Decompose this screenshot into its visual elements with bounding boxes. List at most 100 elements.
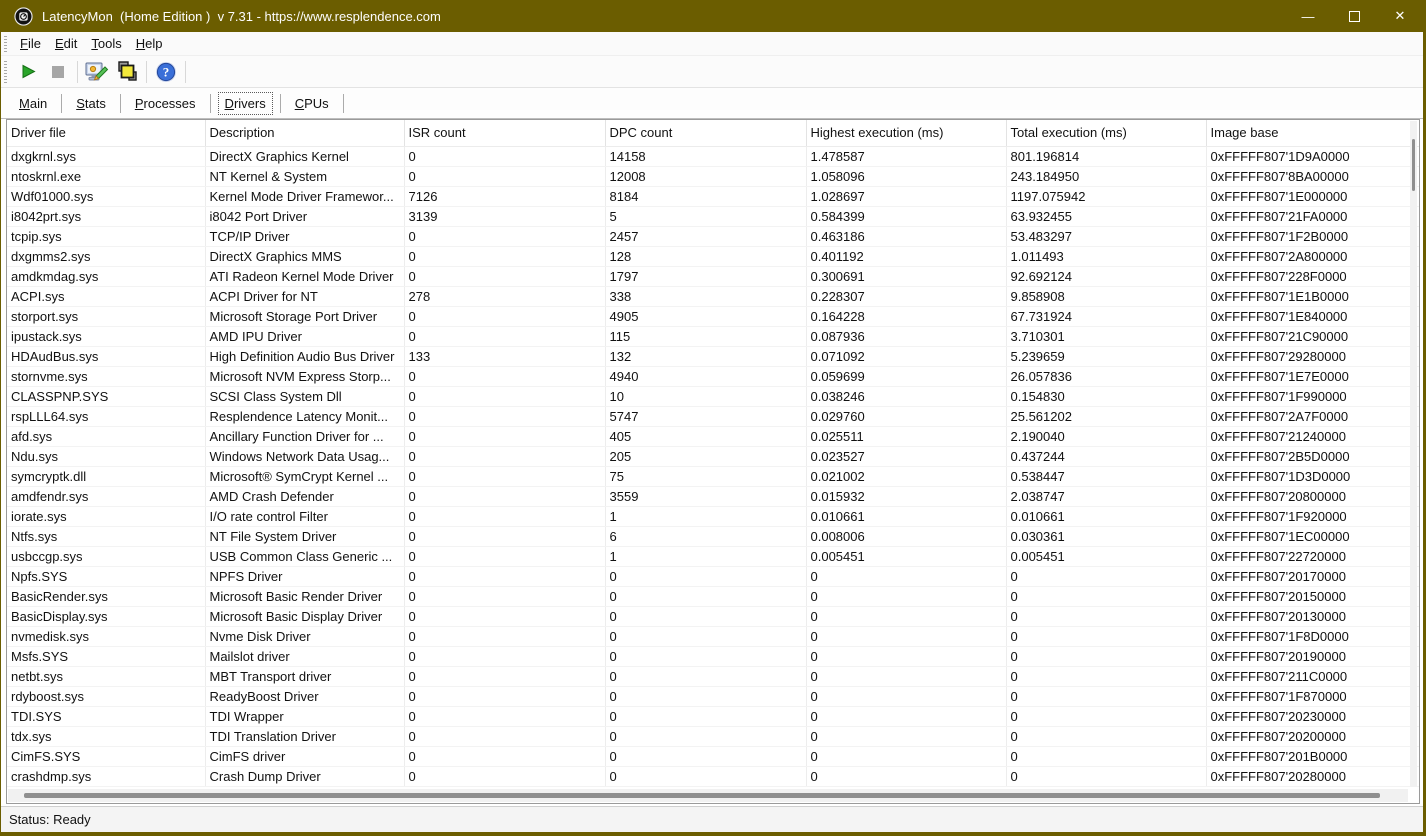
table-row[interactable]: BasicRender.sysMicrosoft Basic Render Dr… (7, 586, 1419, 606)
table-cell: 0 (404, 726, 605, 746)
table-cell: Resplendence Latency Monit... (205, 406, 404, 426)
menu-item-file[interactable]: File (13, 34, 48, 53)
column-header[interactable]: Image base (1206, 120, 1419, 146)
titlebar[interactable]: LatencyMon (Home Edition ) v 7.31 - http… (1, 0, 1423, 32)
table-cell: 0xFFFFF807'20280000 (1206, 766, 1419, 786)
report-button[interactable] (82, 59, 112, 85)
table-row[interactable]: Ndu.sysWindows Network Data Usag...02050… (7, 446, 1419, 466)
column-header[interactable]: Highest execution (ms) (806, 120, 1006, 146)
tab-drivers[interactable]: Drivers (219, 93, 272, 114)
table-cell: stornvme.sys (7, 366, 205, 386)
table-row[interactable]: tcpip.sysTCP/IP Driver024570.46318653.48… (7, 226, 1419, 246)
table-row[interactable]: CimFS.SYSCimFS driver00000xFFFFF807'201B… (7, 746, 1419, 766)
table-row[interactable]: usbccgp.sysUSB Common Class Generic ...0… (7, 546, 1419, 566)
table-cell: MBT Transport driver (205, 666, 404, 686)
table-row[interactable]: crashdmp.sysCrash Dump Driver00000xFFFFF… (7, 766, 1419, 786)
toolbar: ? (1, 56, 1423, 88)
table-row[interactable]: dxgmms2.sysDirectX Graphics MMS01280.401… (7, 246, 1419, 266)
menu-item-tools[interactable]: Tools (84, 34, 128, 53)
column-header[interactable]: ISR count (404, 120, 605, 146)
table-cell: 4940 (605, 366, 806, 386)
table-cell: 0 (404, 566, 605, 586)
table-cell: 0 (404, 146, 605, 166)
minimize-button[interactable]: — (1285, 0, 1331, 32)
column-header[interactable]: Total execution (ms) (1006, 120, 1206, 146)
column-header[interactable]: Description (205, 120, 404, 146)
table-row[interactable]: iorate.sysI/O rate control Filter010.010… (7, 506, 1419, 526)
table-cell: DirectX Graphics MMS (205, 246, 404, 266)
table-cell: 1.011493 (1006, 246, 1206, 266)
table-cell: 0 (404, 426, 605, 446)
table-row[interactable]: Msfs.SYSMailslot driver00000xFFFFF807'20… (7, 646, 1419, 666)
stop-icon (52, 66, 64, 78)
table-row[interactable]: TDI.SYSTDI Wrapper00000xFFFFF807'2023000… (7, 706, 1419, 726)
menu-item-edit[interactable]: Edit (48, 34, 84, 53)
table-cell: 0xFFFFF807'2A800000 (1206, 246, 1419, 266)
table-cell: 1797 (605, 266, 806, 286)
copy-button[interactable] (112, 59, 142, 85)
table-cell: 132 (605, 346, 806, 366)
table-cell: 0xFFFFF807'20190000 (1206, 646, 1419, 666)
table-row[interactable]: nvmedisk.sysNvme Disk Driver00000xFFFFF8… (7, 626, 1419, 646)
table-row[interactable]: afd.sysAncillary Function Driver for ...… (7, 426, 1419, 446)
tab-cpus[interactable]: CPUs (289, 93, 335, 114)
table-row[interactable]: Ntfs.sysNT File System Driver060.0080060… (7, 526, 1419, 546)
table-cell: Ancillary Function Driver for ... (205, 426, 404, 446)
table-cell: dxgmms2.sys (7, 246, 205, 266)
vertical-scrollbar-thumb[interactable] (1412, 139, 1415, 191)
table-row[interactable]: ACPI.sysACPI Driver for NT2783380.228307… (7, 286, 1419, 306)
table-row[interactable]: rspLLL64.sysResplendence Latency Monit..… (7, 406, 1419, 426)
table-row[interactable]: symcryptk.dllMicrosoft® SymCrypt Kernel … (7, 466, 1419, 486)
table-cell: iorate.sys (7, 506, 205, 526)
table-row[interactable]: stornvme.sysMicrosoft NVM Express Storp.… (7, 366, 1419, 386)
table-cell: CLASSPNP.SYS (7, 386, 205, 406)
table-cell: 0 (404, 666, 605, 686)
close-button[interactable]: ✕ (1377, 0, 1423, 32)
table-cell: 2.038747 (1006, 486, 1206, 506)
table-row[interactable]: i8042prt.sysi8042 Port Driver313950.5843… (7, 206, 1419, 226)
table-row[interactable]: CLASSPNP.SYSSCSI Class System Dll0100.03… (7, 386, 1419, 406)
menu-item-help[interactable]: Help (129, 34, 170, 53)
table-row[interactable]: amdkmdag.sysATI Radeon Kernel Mode Drive… (7, 266, 1419, 286)
table-cell: 0xFFFFF807'29280000 (1206, 346, 1419, 366)
tab-stats[interactable]: Stats (70, 93, 112, 114)
table-row[interactable]: BasicDisplay.sysMicrosoft Basic Display … (7, 606, 1419, 626)
table-row[interactable]: netbt.sysMBT Transport driver00000xFFFFF… (7, 666, 1419, 686)
table-cell: 1 (605, 506, 806, 526)
stop-monitor-button[interactable] (43, 59, 73, 85)
table-row[interactable]: Npfs.SYSNPFS Driver00000xFFFFF807'201700… (7, 566, 1419, 586)
tab-main[interactable]: Main (13, 93, 53, 114)
table-cell: 0.300691 (806, 266, 1006, 286)
help-button[interactable]: ? (151, 59, 181, 85)
table-row[interactable]: amdfendr.sysAMD Crash Defender035590.015… (7, 486, 1419, 506)
vertical-scrollbar[interactable] (1410, 121, 1417, 787)
table-row[interactable]: storport.sysMicrosoft Storage Port Drive… (7, 306, 1419, 326)
table-row[interactable]: ntoskrnl.exeNT Kernel & System0120081.05… (7, 166, 1419, 186)
table-cell: 0 (605, 746, 806, 766)
maximize-button[interactable] (1331, 0, 1377, 32)
column-header[interactable]: Driver file (7, 120, 205, 146)
table-cell: 75 (605, 466, 806, 486)
table-cell: i8042prt.sys (7, 206, 205, 226)
table-row[interactable]: Wdf01000.sysKernel Mode Driver Framewor.… (7, 186, 1419, 206)
table-row[interactable]: ipustack.sysAMD IPU Driver01150.0879363.… (7, 326, 1419, 346)
horizontal-scrollbar[interactable] (8, 789, 1408, 802)
table-row[interactable]: dxgkrnl.sysDirectX Graphics Kernel014158… (7, 146, 1419, 166)
table-cell: 0.401192 (806, 246, 1006, 266)
table-cell: 0.008006 (806, 526, 1006, 546)
table-cell: Ntfs.sys (7, 526, 205, 546)
table-cell: SCSI Class System Dll (205, 386, 404, 406)
horizontal-scrollbar-thumb[interactable] (24, 793, 1380, 798)
table-cell: I/O rate control Filter (205, 506, 404, 526)
table-cell: 0 (1006, 706, 1206, 726)
table-row[interactable]: tdx.sysTDI Translation Driver00000xFFFFF… (7, 726, 1419, 746)
column-header[interactable]: DPC count (605, 120, 806, 146)
table-cell: 2457 (605, 226, 806, 246)
table-row[interactable]: HDAudBus.sysHigh Definition Audio Bus Dr… (7, 346, 1419, 366)
tab-processes[interactable]: Processes (129, 93, 202, 114)
table-cell: Mailslot driver (205, 646, 404, 666)
table-cell: 0xFFFFF807'1E1B0000 (1206, 286, 1419, 306)
start-monitor-button[interactable] (13, 59, 43, 85)
table-row[interactable]: rdyboost.sysReadyBoost Driver00000xFFFFF… (7, 686, 1419, 706)
toolbar-separator (185, 61, 186, 83)
